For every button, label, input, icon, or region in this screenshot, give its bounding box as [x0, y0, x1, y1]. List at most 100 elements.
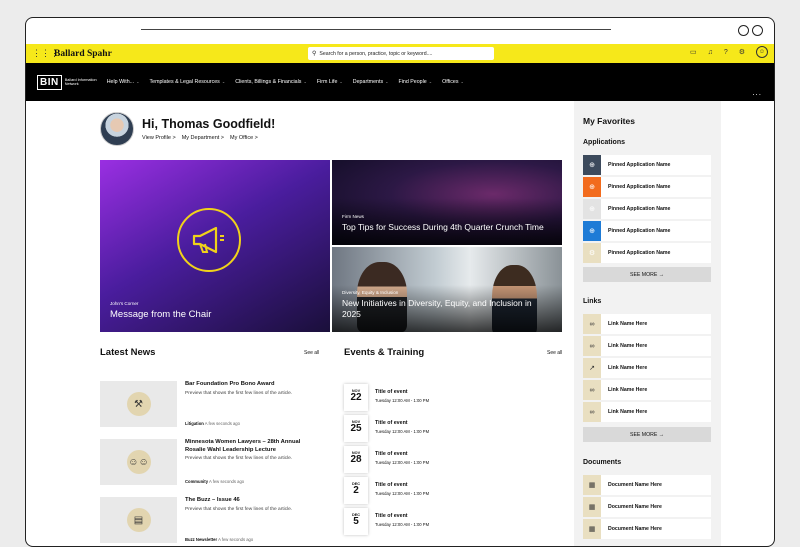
- chevron-down-icon: ⌄: [221, 79, 226, 84]
- news-time: A few seconds ago: [218, 537, 254, 542]
- apps-see-more-button[interactable]: SEE MORE →: [583, 267, 711, 282]
- search-placeholder: Search for a person, practice, topic or …: [319, 50, 433, 57]
- link-item[interactable]: ↗ Link Name Here: [583, 358, 711, 378]
- events-see-all-link[interactable]: See all: [547, 350, 562, 356]
- browser-window: ⋮⋮⋮ Ballard Spahr ⚲ Search for a person,…: [25, 17, 775, 547]
- hero-tile-dei[interactable]: Diversity, Equity & Inclusion New Initia…: [332, 247, 562, 332]
- globe-icon: ⊕: [583, 155, 601, 175]
- view-profile-link[interactable]: View Profile >: [142, 135, 176, 141]
- favorites-heading: My Favorites: [583, 116, 635, 126]
- link-item[interactable]: ∞ Link Name Here: [583, 336, 711, 356]
- nav-item[interactable]: Templates & Legal Resources ⌄: [149, 79, 225, 85]
- event-date: NOV 25: [344, 415, 368, 442]
- chevron-down-icon: ⌄: [385, 79, 389, 84]
- pinned-app[interactable]: ⊕ Pinned Application Name: [583, 199, 711, 219]
- pinned-app[interactable]: ⊕ Pinned Application Name: [583, 221, 711, 241]
- nav-item[interactable]: Help With... ⌄: [107, 79, 140, 85]
- window-control-circle[interactable]: [752, 25, 763, 36]
- event-title: Title of event: [375, 420, 408, 426]
- hero-tile-tips[interactable]: Firm News Top Tips for Success During 4t…: [332, 160, 562, 245]
- favorites-sidebar: My Favorites Applications ⊕ Pinned Applic…: [574, 101, 721, 546]
- gear-icon[interactable]: ⚙: [739, 48, 745, 56]
- documents-heading: Documents: [583, 459, 622, 466]
- chat-icon[interactable]: ▭: [690, 48, 697, 56]
- document-item[interactable]: ▦ Document Name Here: [583, 497, 711, 517]
- event-title: Title of event: [375, 482, 408, 488]
- event-time: Tuesday 12:00 AM - 1:00 PM: [375, 429, 430, 434]
- news-item[interactable]: ▤ The Buzz – Issue 46 Preview that shows…: [100, 497, 320, 543]
- link-item[interactable]: ∞ Link Name Here: [583, 380, 711, 400]
- news-tag: Litigation: [185, 421, 204, 426]
- event-date: NOV 28: [344, 446, 368, 473]
- link-icon: ∞: [583, 380, 601, 400]
- tile-category: Firm News: [342, 214, 364, 219]
- gear-icon: ⚙: [583, 243, 601, 263]
- news-see-all-link[interactable]: See all: [304, 350, 319, 356]
- event-item[interactable]: DEC 5 Title of event Tuesday 12:00 AM - 1…: [344, 508, 544, 536]
- my-department-link[interactable]: My Department >: [182, 135, 224, 141]
- bell-icon[interactable]: ♫: [708, 49, 713, 56]
- event-item[interactable]: NOV 28 Title of event Tuesday 12:00 AM - …: [344, 446, 544, 474]
- top-bar: ⋮⋮⋮ Ballard Spahr ⚲ Search for a person,…: [26, 44, 774, 63]
- link-icon: ∞: [583, 402, 601, 422]
- my-office-link[interactable]: My Office >: [230, 135, 258, 141]
- tile-title: Top Tips for Success During 4th Quarter …: [342, 222, 544, 232]
- top-tools: ▭ ♫ ? ⚙ ☺: [690, 46, 768, 58]
- link-item[interactable]: ∞ Link Name Here: [583, 402, 711, 422]
- nav-item[interactable]: Clients, Billings & Financials ⌄: [235, 79, 307, 85]
- people-icon: ☺☺: [126, 450, 151, 474]
- event-date: DEC 2: [344, 477, 368, 504]
- globe-icon: ⊕: [583, 199, 601, 219]
- event-time: Tuesday 12:00 AM - 1:00 PM: [375, 491, 430, 496]
- globe-icon: ⊕: [583, 177, 601, 197]
- hero-tile-chair[interactable]: John's Corner Message from the Chair: [100, 160, 330, 332]
- gavel-icon: ⚒: [126, 392, 151, 416]
- document-item[interactable]: ▦ Document Name Here: [583, 519, 711, 539]
- profile-avatar[interactable]: [100, 112, 134, 146]
- news-preview: Preview that shows the first few lines o…: [185, 390, 293, 396]
- more-icon[interactable]: ...: [752, 88, 762, 97]
- hero-tiles: John's Corner Message from the Chair Fir…: [100, 160, 562, 332]
- brand-logo[interactable]: Ballard Spahr: [54, 49, 112, 59]
- event-title: Title of event: [375, 513, 408, 519]
- bin-logo[interactable]: BIN: [37, 74, 62, 90]
- main-content: Hi, Thomas Goodfield! View Profile > My …: [26, 101, 774, 546]
- nav-item[interactable]: Find People ⌄: [398, 79, 432, 85]
- event-item[interactable]: NOV 22 Title of event Tuesday 12:00 AM - …: [344, 384, 544, 412]
- help-icon[interactable]: ?: [724, 49, 728, 56]
- document-item[interactable]: ▦ Document Name Here: [583, 475, 711, 495]
- search-icon: ⚲: [312, 51, 317, 57]
- link-item[interactable]: ∞ Link Name Here: [583, 314, 711, 334]
- event-date: DEC 5: [344, 508, 368, 535]
- latest-news-heading: Latest News: [100, 347, 156, 358]
- news-thumbnail: ☺☺: [100, 439, 177, 485]
- pinned-app[interactable]: ⊕ Pinned Application Name: [583, 177, 711, 197]
- document-icon: ▦: [583, 497, 601, 517]
- pinned-app[interactable]: ⊕ Pinned Application Name: [583, 155, 711, 175]
- news-item[interactable]: ☺☺ Minnesota Women Lawyers – 28th Annual…: [100, 439, 320, 485]
- event-title: Title of event: [375, 389, 408, 395]
- event-date: NOV 22: [344, 384, 368, 411]
- search-input[interactable]: ⚲ Search for a person, practice, topic o…: [308, 47, 494, 60]
- nav-item[interactable]: Departments ⌄: [353, 79, 389, 85]
- nav-item[interactable]: Firm Life ⌄: [317, 79, 343, 85]
- event-time: Tuesday 12:00 AM - 1:00 PM: [375, 398, 430, 403]
- chevron-down-icon: ⌄: [136, 79, 140, 84]
- link-icon: ∞: [583, 336, 601, 356]
- greeting: Hi, Thomas Goodfield! View Profile > My …: [100, 112, 275, 146]
- window-control-circle[interactable]: [738, 25, 749, 36]
- news-time: A few seconds ago: [204, 421, 240, 426]
- nav-item[interactable]: Offices ⌄: [442, 79, 464, 85]
- app-launcher-icon[interactable]: ⋮⋮⋮: [32, 48, 59, 59]
- links-heading: Links: [583, 298, 602, 305]
- pinned-app[interactable]: ⚙ Pinned Application Name: [583, 243, 711, 263]
- user-avatar-icon[interactable]: ☺: [756, 46, 768, 58]
- chevron-down-icon: ⌄: [303, 79, 307, 84]
- event-item[interactable]: NOV 25 Title of event Tuesday 12:00 AM - …: [344, 415, 544, 443]
- bin-logo-text: Ballard Information Network: [64, 77, 97, 87]
- event-item[interactable]: DEC 2 Title of event Tuesday 12:00 AM - 1…: [344, 477, 544, 505]
- main-nav: BIN Ballard Information Network Help Wit…: [26, 63, 774, 101]
- tile-title: New Initiatives in Diversity, Equity, an…: [342, 298, 532, 319]
- news-item[interactable]: ⚒ Bar Foundation Pro Bono Award Preview …: [100, 381, 320, 427]
- links-see-more-button[interactable]: SEE MORE →: [583, 427, 711, 442]
